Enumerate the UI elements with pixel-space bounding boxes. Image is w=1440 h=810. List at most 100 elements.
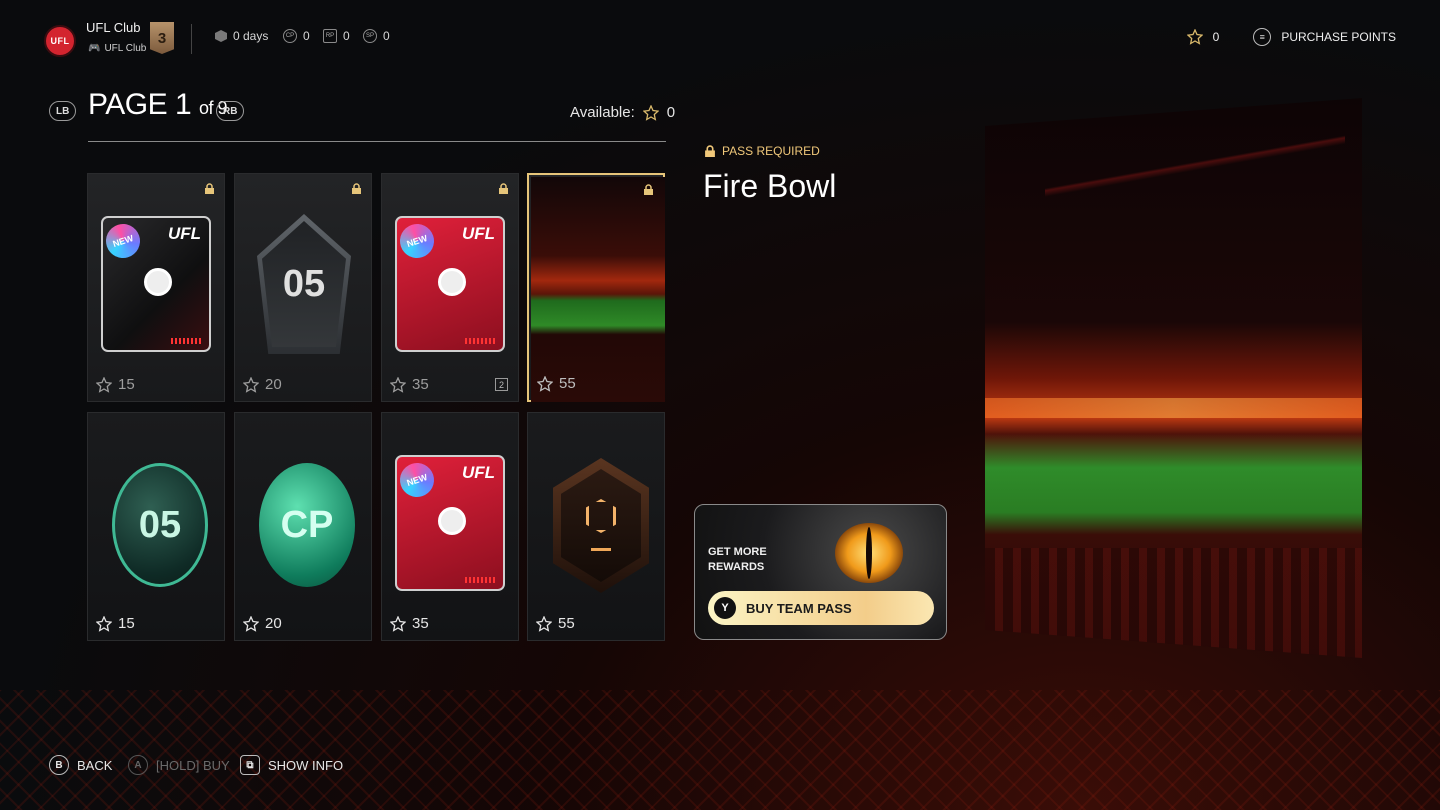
item-title: Fire Bowl — [703, 168, 837, 204]
lock-icon — [705, 145, 715, 157]
show-info-action[interactable]: ⧉ SHOW INFO — [240, 755, 343, 775]
pass-required: PASS REQUIRED — [704, 144, 820, 158]
hold-buy-label: [HOLD] BUY — [156, 757, 230, 773]
rp-icon: RP — [323, 29, 337, 43]
item-tile[interactable]: CP 20 — [234, 412, 372, 641]
lock-icon — [352, 183, 361, 194]
divider — [191, 24, 192, 54]
show-info-label: SHOW INFO — [268, 757, 344, 773]
pass-required-label: PASS REQUIRED — [722, 144, 820, 158]
star-points-icon — [243, 615, 259, 632]
new-sticker: NEW — [395, 219, 439, 263]
item-price: 15 — [96, 615, 135, 632]
star-points-icon — [390, 615, 406, 632]
item-price: 35 — [390, 376, 429, 393]
stadium-roof — [1045, 133, 1345, 203]
star-points-icon — [536, 615, 552, 632]
promo-line-2: REWARDS — [708, 561, 765, 573]
pack-logo: UFL — [167, 224, 201, 243]
price-value: 55 — [559, 375, 576, 392]
club-logo: UFL — [44, 25, 76, 57]
lock-icon — [644, 184, 653, 195]
available-label: Available: — [570, 104, 635, 121]
star-points-icon — [642, 104, 659, 121]
stat-rp-value: 0 — [343, 29, 350, 43]
ufl-pack-image: NEW UFL — [101, 216, 211, 352]
b-button-icon: B — [49, 755, 69, 775]
chevron-up-icon — [591, 548, 611, 561]
pentagon-badge-label: 05 — [262, 221, 346, 347]
ball-icon — [438, 268, 466, 296]
price-value: 15 — [118, 615, 135, 632]
stadium-preview-image — [985, 98, 1362, 658]
stat-sp: SP 0 — [363, 29, 390, 43]
price-value: 35 — [412, 376, 429, 393]
barcode-icon — [465, 338, 495, 344]
new-sticker: NEW — [101, 219, 145, 263]
coin-05-image: 05 — [112, 463, 208, 587]
hold-buy-action[interactable]: A [HOLD] BUY — [128, 755, 230, 775]
back-action[interactable]: B BACK — [49, 755, 112, 775]
sp-icon: SP — [363, 29, 377, 43]
barcode-icon — [465, 577, 495, 583]
y-button-icon: Y — [714, 597, 736, 619]
club-name: UFL Club — [86, 20, 141, 35]
star-points-icon — [537, 375, 553, 392]
stat-cp-value: 0 — [303, 29, 310, 43]
rb-button[interactable]: RB — [216, 101, 245, 121]
controller-icon: 🎮 — [88, 43, 101, 54]
club-subtitle: 🎮 UFL Club — [88, 43, 146, 54]
club-sub-label: UFL Club — [104, 43, 147, 54]
back-label: BACK — [77, 757, 113, 773]
item-price: 20 — [243, 615, 282, 632]
item-tile[interactable]: NEW UFL 35 2 — [381, 173, 519, 402]
stadium-lights — [985, 398, 1362, 418]
star-points-icon — [243, 376, 259, 393]
item-price: 55 — [537, 375, 576, 392]
team-pass-promo[interactable]: GET MORE REWARDS Y BUY TEAM PASS — [694, 504, 947, 640]
dragon-pupil — [866, 527, 872, 579]
stat-rp: RP 0 — [323, 29, 350, 43]
item-tile[interactable]: NEW UFL 35 — [381, 412, 519, 641]
price-value: 15 — [118, 376, 135, 393]
price-value: 20 — [265, 376, 282, 393]
item-grid: NEW UFL 15 05 20 NEW UFL 35 2 55 05 15 C… — [87, 173, 667, 641]
ufl-pack-image: NEW UFL — [395, 455, 505, 591]
price-value: 35 — [412, 615, 429, 632]
stat-cp: CP 0 — [283, 29, 310, 43]
available-value: 0 — [666, 104, 676, 121]
item-tile[interactable]: 55 — [527, 412, 665, 641]
pack-logo: UFL — [461, 224, 495, 243]
item-tile[interactable]: 05 15 — [87, 412, 225, 641]
lock-icon — [205, 183, 214, 194]
view-button-icon: ⧉ — [240, 755, 260, 775]
price-value: 20 — [265, 615, 282, 632]
price-value: 55 — [558, 615, 575, 632]
item-tile[interactable]: 05 20 — [234, 173, 372, 402]
buy-team-pass-button[interactable]: Y BUY TEAM PASS — [708, 591, 934, 625]
points-value: 0 — [1212, 30, 1220, 44]
new-sticker: NEW — [395, 458, 439, 502]
stat-sp-value: 0 — [383, 29, 390, 43]
purchase-points-button[interactable]: PURCHASE POINTS — [1281, 30, 1396, 44]
item-price: 15 — [96, 376, 135, 393]
item-price: 35 — [390, 615, 429, 632]
item-tile[interactable]: NEW UFL 15 — [87, 173, 225, 402]
lock-icon — [499, 183, 508, 194]
ball-icon — [438, 507, 466, 535]
menu-icon[interactable]: ≡ — [1253, 28, 1272, 46]
pack-logo: UFL — [461, 463, 495, 482]
cp-coin-icon: CP — [283, 29, 297, 43]
star-points-icon — [390, 376, 406, 393]
lb-button[interactable]: LB — [49, 101, 77, 121]
buy-team-pass-label: BUY TEAM PASS — [746, 600, 852, 616]
item-tile-selected[interactable]: 55 — [527, 173, 665, 402]
star-points-icon — [1186, 29, 1203, 45]
promo-text: GET MORE REWARDS — [708, 545, 788, 575]
hex-badge-icon — [215, 30, 227, 42]
stadium-image — [531, 177, 665, 402]
rank-badge: 3 — [150, 22, 174, 54]
cp-coin-image: CP — [259, 463, 355, 587]
header-divider — [88, 141, 666, 142]
floor-pattern — [0, 690, 1440, 810]
